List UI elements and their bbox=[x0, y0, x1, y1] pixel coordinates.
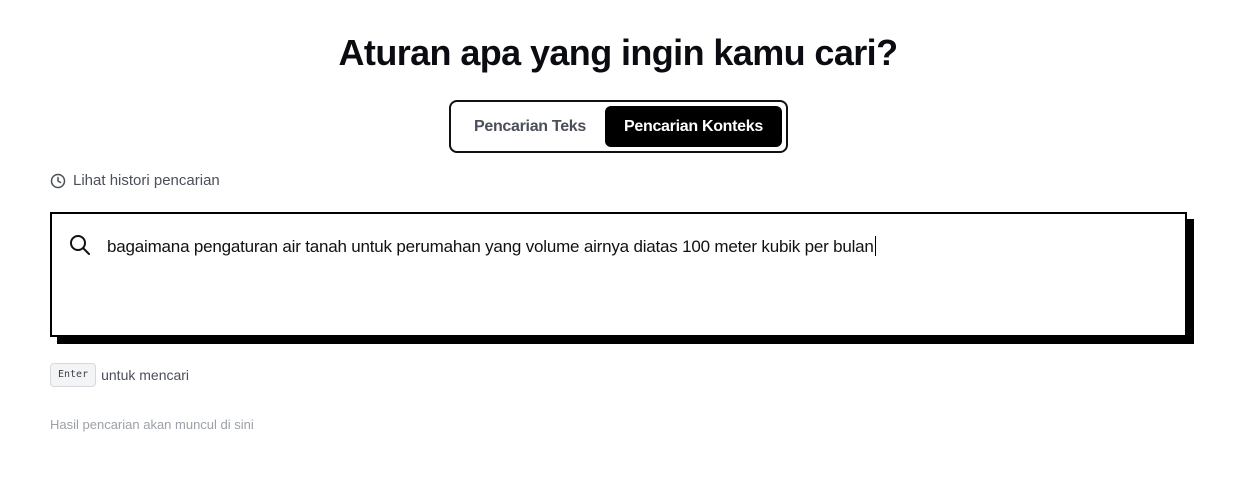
search-history-link[interactable]: Lihat histori pencarian bbox=[50, 172, 220, 189]
search-input[interactable]: bagaimana pengaturan air tanah untuk per… bbox=[50, 212, 1187, 337]
search-hint: Enter untuk mencari bbox=[50, 363, 189, 387]
page: Aturan apa yang ingin kamu cari? Pencari… bbox=[0, 0, 1245, 486]
search-query-text[interactable]: bagaimana pengaturan air tanah untuk per… bbox=[107, 236, 876, 257]
search-icon bbox=[69, 234, 91, 261]
clock-icon bbox=[50, 173, 66, 189]
search-query-value: bagaimana pengaturan air tanah untuk per… bbox=[107, 237, 874, 256]
enter-key-badge: Enter bbox=[50, 363, 97, 387]
context-search-tab[interactable]: Pencarian Konteks bbox=[605, 106, 782, 147]
text-caret bbox=[874, 236, 876, 256]
search-hint-text: untuk mencari bbox=[101, 367, 190, 383]
page-title: Aturan apa yang ingin kamu cari? bbox=[338, 32, 899, 73]
search-history-label: Lihat histori pencarian bbox=[73, 172, 220, 189]
results-placeholder: Hasil pencarian akan muncul di sini bbox=[50, 417, 254, 432]
search-mode-toggle: Pencarian Teks Pencarian Konteks bbox=[449, 100, 788, 153]
text-search-tab[interactable]: Pencarian Teks bbox=[455, 106, 605, 147]
